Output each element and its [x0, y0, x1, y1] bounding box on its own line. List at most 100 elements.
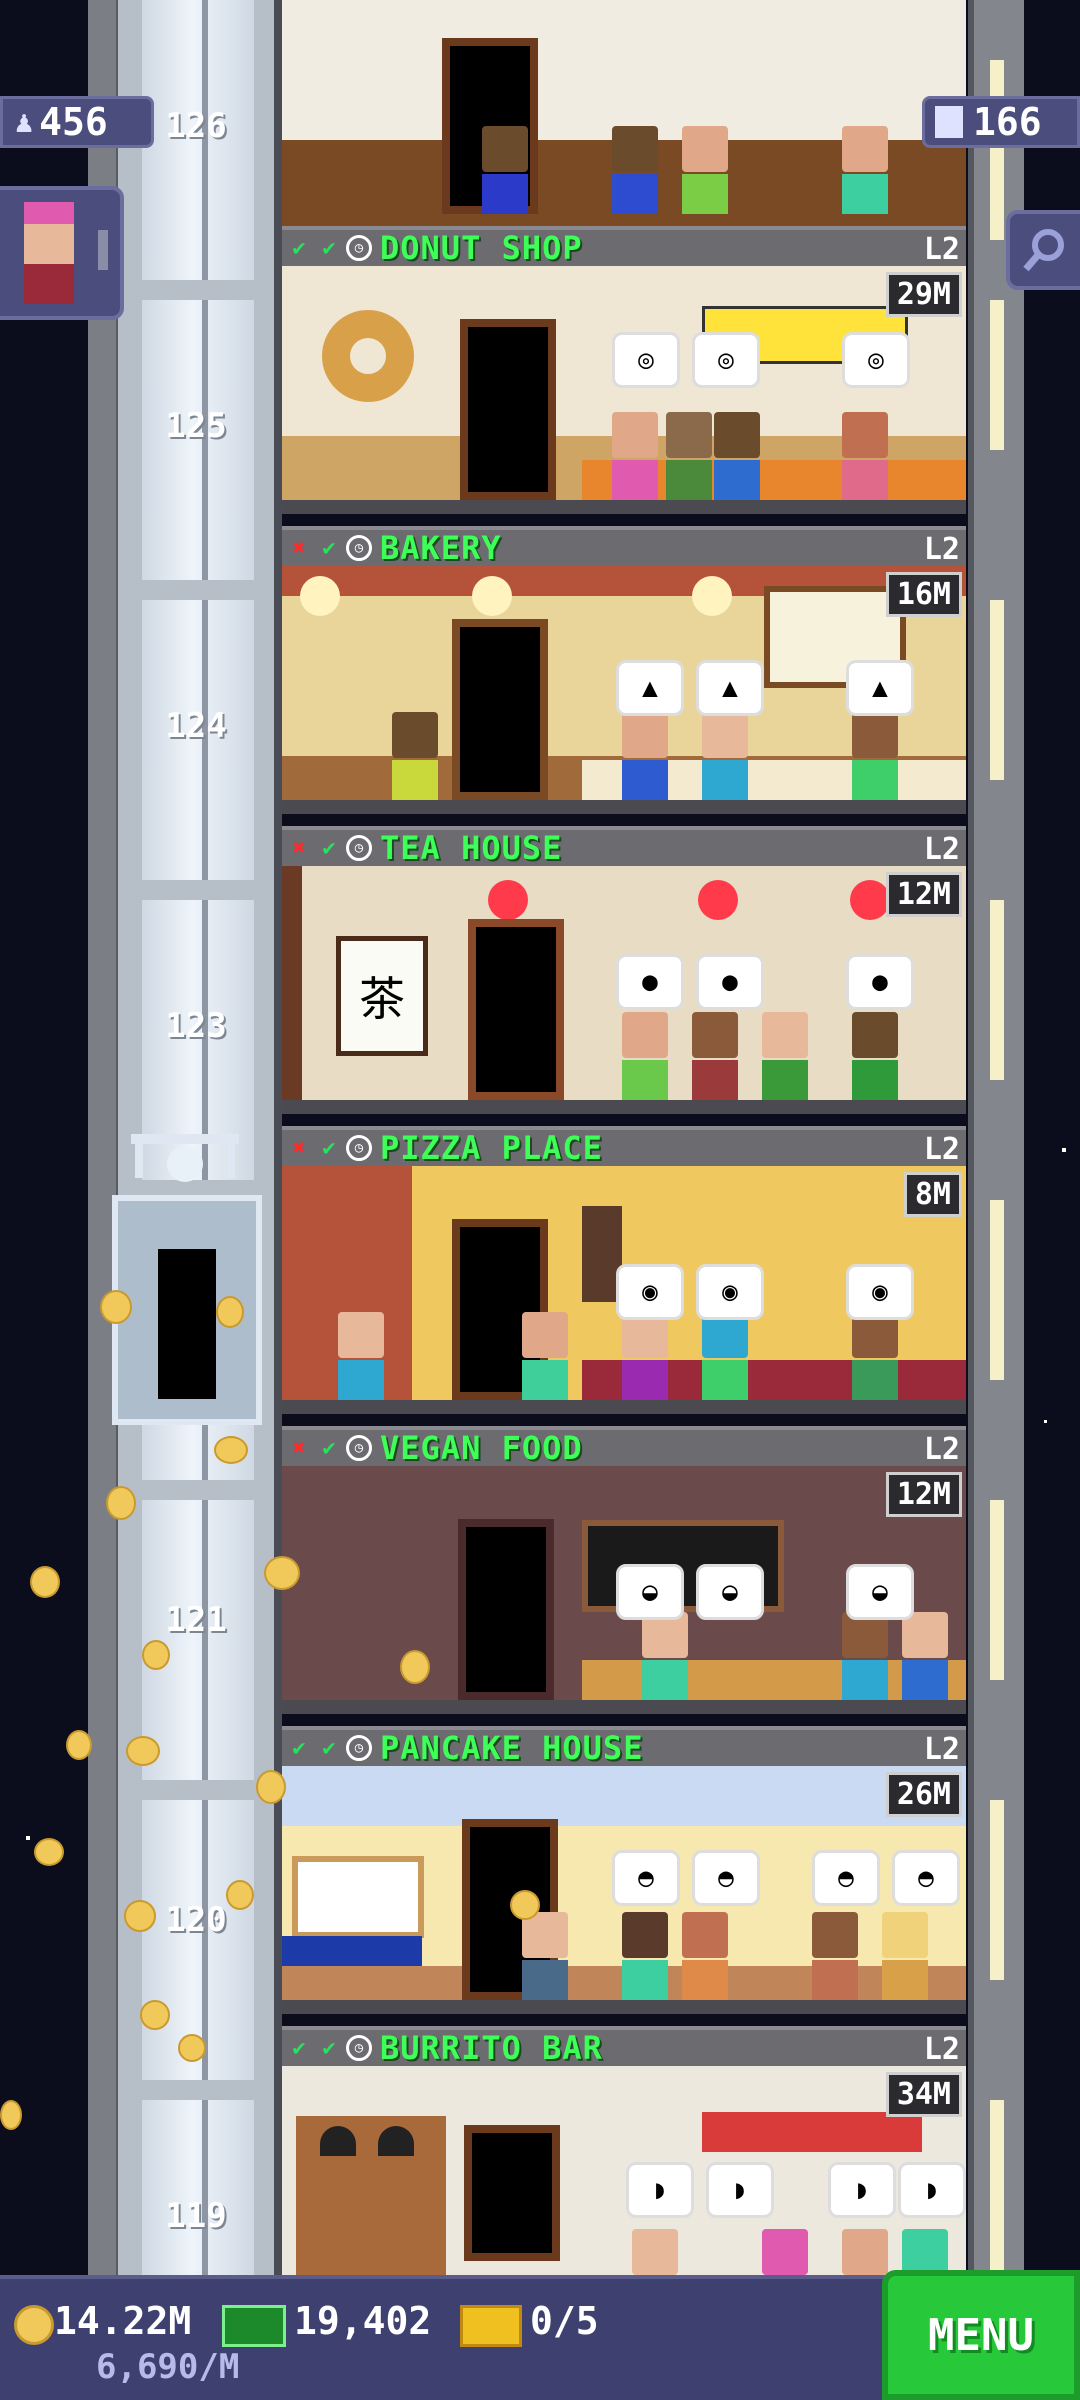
coin-particle — [510, 1890, 540, 1920]
status-check-icon: ✔ — [322, 2035, 336, 2061]
visitor — [852, 1312, 898, 1400]
floor-donut-shop[interactable]: ✔ ✔ ◷ DONUT SHOP L2 29M ◎ ◎ ◎ — [282, 226, 966, 526]
floor-126-partial[interactable] — [282, 0, 966, 228]
status-check-icon: ✔ — [322, 835, 336, 861]
red-menu-board — [702, 2112, 922, 2152]
shaft-floor-number: 119 — [165, 2196, 227, 2236]
paper-lantern — [698, 880, 738, 920]
order-bubble: ▲ — [616, 660, 684, 716]
floor-name: BAKERY — [380, 529, 502, 567]
floor-door — [460, 319, 556, 500]
floor-vegan-food[interactable]: ✖ ✔ ◷ VEGAN FOOD L2 12M ◒ ◒ ◒ — [282, 1426, 966, 1726]
tower-window — [990, 1500, 1004, 1680]
visitor — [762, 1012, 808, 1100]
coin-particle — [264, 1556, 300, 1590]
elevator-door — [158, 1249, 216, 1399]
status-x-icon: ✖ — [292, 1135, 306, 1161]
floor-pancake-house[interactable]: ✔ ✔ ◷ PANCAKE HOUSE L2 26M ◓ ◓ ◓ ◓ — [282, 1726, 966, 2026]
menu-button[interactable]: MENU — [882, 2270, 1080, 2400]
person-icon: ♟ — [15, 104, 34, 140]
floor-earnings: 26M — [885, 1772, 962, 1817]
visitor — [902, 1612, 948, 1700]
floor-interior: 12M 茶 ● ● ● — [282, 866, 966, 1114]
floor-door — [464, 2125, 560, 2261]
status-x-icon: ✖ — [292, 1435, 306, 1461]
coin-particle — [216, 1296, 244, 1328]
coin-particle — [66, 1730, 92, 1760]
status-check-icon: ✔ — [322, 1735, 336, 1761]
floor-name: TEA HOUSE — [380, 829, 563, 867]
status-clock-icon: ◷ — [346, 535, 372, 561]
visitor — [682, 126, 728, 214]
coin-particle — [142, 1640, 170, 1670]
floor-header: ✖ ✔ ◷ VEGAN FOOD L2 — [282, 1426, 966, 1467]
visitor — [692, 1012, 738, 1100]
magnifier-icon — [1023, 229, 1064, 272]
donut-sign-icon — [322, 310, 414, 402]
status-clock-icon: ◷ — [346, 2035, 372, 2061]
shaft-floor-number: 121 — [165, 1600, 227, 1640]
floor-header: ✔ ✔ ◷ DONUT SHOP L2 — [282, 226, 966, 267]
pendant-lamp-icon — [320, 2126, 356, 2156]
order-bubble: ◉ — [616, 1264, 684, 1320]
floor-base — [282, 1100, 966, 1114]
search-button[interactable] — [1006, 210, 1080, 290]
floor-interior: 8M ◉ ◉ ◉ — [282, 1166, 966, 1414]
tower-window — [990, 900, 1004, 1080]
tower-window — [990, 2100, 1004, 2270]
floor-level: L2 — [923, 1132, 960, 1167]
tickets-value[interactable]: 0/5 — [530, 2299, 599, 2343]
star — [1044, 1420, 1047, 1423]
tower-window — [990, 1200, 1004, 1380]
visitor — [902, 2229, 948, 2275]
visitor — [842, 412, 888, 500]
order-bubble: ◗ — [626, 2162, 694, 2218]
shop-window — [292, 1856, 424, 1938]
floor-pizza-place[interactable]: ✖ ✔ ◷ PIZZA PLACE L2 8M ◉ ◉ ◉ — [282, 1126, 966, 1426]
population-counter[interactable]: ♟ 456 — [0, 96, 154, 148]
floor-bakery[interactable]: ✖ ✔ ◷ BAKERY L2 16M ▲ ▲ ▲ — [282, 526, 966, 826]
status-check-icon: ✔ — [292, 235, 306, 261]
floor-level: L2 — [923, 2032, 960, 2067]
status-x-icon: ✖ — [292, 835, 306, 861]
order-bubble: ◓ — [612, 1850, 680, 1906]
visitor — [622, 712, 668, 800]
floor-door — [468, 919, 564, 1100]
floor-level: L2 — [923, 232, 960, 267]
floor-interior: 34M ◗ ◗ ◗ ◗ — [282, 2066, 966, 2275]
order-bubble: ◗ — [828, 2162, 896, 2218]
floor-name: DONUT SHOP — [380, 229, 583, 267]
ceiling-lamp — [692, 576, 732, 616]
visitor — [338, 1312, 384, 1400]
floor-earnings: 8M — [903, 1172, 962, 1217]
floor-count-value: 166 — [973, 100, 1042, 144]
paper-lantern — [850, 880, 890, 920]
floor-earnings: 29M — [885, 272, 962, 317]
status-check-icon: ✔ — [322, 1135, 336, 1161]
status-check-icon: ✔ — [322, 1435, 336, 1461]
floor-burrito-bar[interactable]: ✔ ✔ ◷ BURRITO BAR L2 34M ◗ ◗ ◗ ◗ — [282, 2026, 966, 2275]
floor-tea-house[interactable]: ✖ ✔ ◷ TEA HOUSE L2 12M 茶 ● ● ● — [282, 826, 966, 1126]
floor-name: VEGAN FOOD — [380, 1429, 583, 1467]
floor-earnings: 12M — [885, 872, 962, 917]
tower-left-wall — [88, 0, 120, 2275]
vip-notification-button[interactable] — [0, 186, 124, 320]
floor-base — [282, 500, 966, 514]
floor-name: BURRITO BAR — [380, 2029, 603, 2067]
tower-window — [990, 1800, 1004, 1980]
floor-header: ✔ ✔ ◷ BURRITO BAR L2 — [282, 2026, 966, 2067]
order-bubble: ◎ — [842, 332, 910, 388]
floor-counter[interactable]: 166 — [922, 96, 1080, 148]
star — [1062, 1148, 1066, 1152]
tower-window — [990, 60, 1004, 240]
floor-level: L2 — [923, 532, 960, 567]
visitor — [482, 126, 528, 214]
pendant-lamp-icon — [378, 2126, 414, 2156]
status-x-icon: ✖ — [292, 535, 306, 561]
visitor — [714, 412, 760, 500]
floor-header: ✖ ✔ ◷ BAKERY L2 — [282, 526, 966, 567]
status-clock-icon: ◷ — [346, 835, 372, 861]
floor-interior: 16M ▲ ▲ ▲ — [282, 566, 966, 814]
bux-value[interactable]: 19,402 — [294, 2299, 431, 2343]
floor-earnings: 16M — [885, 572, 962, 617]
